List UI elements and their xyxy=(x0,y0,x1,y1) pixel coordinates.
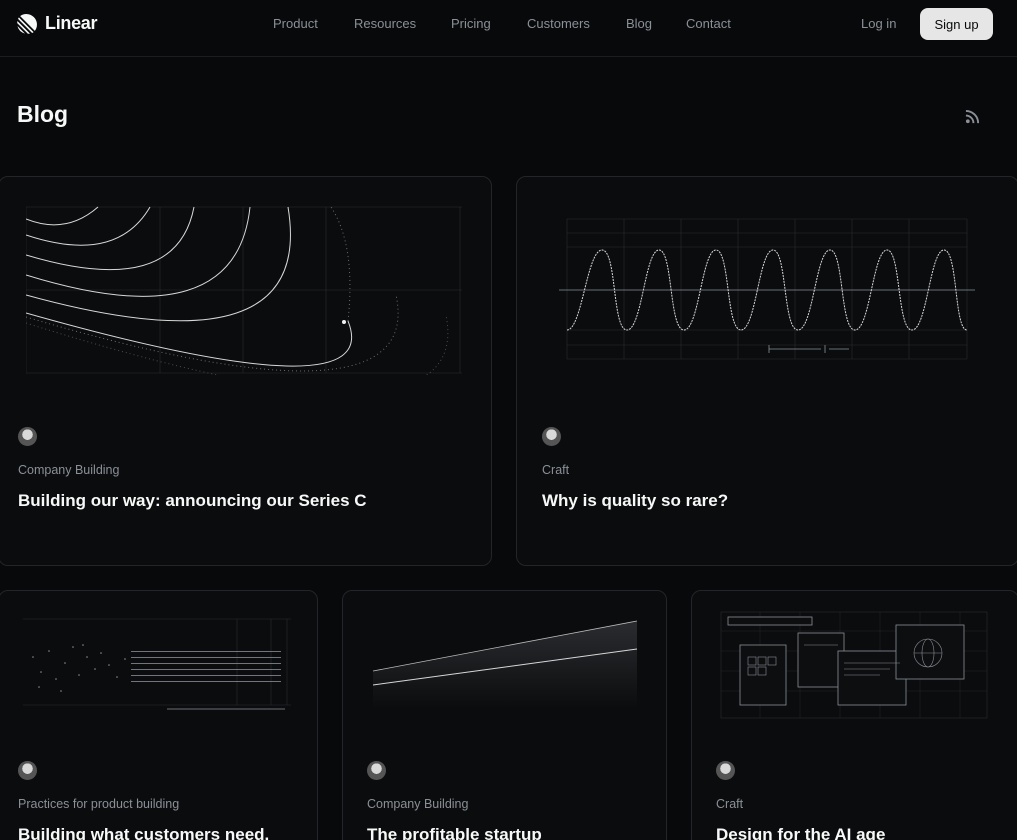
brand-name: Linear xyxy=(45,13,98,33)
nav-contact[interactable]: Contact xyxy=(686,16,731,31)
post-card-1[interactable]: Company Building Building our way: annou… xyxy=(0,176,492,566)
post-card-5[interactable]: Craft Design for the AI age xyxy=(691,590,1017,840)
post-card-3[interactable]: Practices for product building Building … xyxy=(0,590,318,840)
logo[interactable]: Linear xyxy=(17,13,98,34)
post-illustration-orbits xyxy=(26,206,462,375)
signup-button[interactable]: Sign up xyxy=(920,8,993,40)
page-title: Blog xyxy=(17,101,69,127)
top-nav: Linear Product Resources Pricing Custome… xyxy=(0,0,1017,57)
post-category[interactable]: Craft xyxy=(716,797,743,811)
post-title[interactable]: The profitable startup xyxy=(367,825,542,840)
post-illustration-particles xyxy=(23,618,291,710)
author-avatar xyxy=(367,761,386,780)
post-category[interactable]: Company Building xyxy=(367,797,468,811)
post-illustration-wave xyxy=(559,218,975,360)
post-illustration-growth xyxy=(372,620,638,709)
nav-product[interactable]: Product xyxy=(273,16,318,31)
post-title[interactable]: Why is quality so rare? xyxy=(542,491,728,511)
post-category[interactable]: Company Building xyxy=(18,463,119,477)
rss-icon[interactable] xyxy=(965,109,980,124)
post-title[interactable]: Building what customers need. xyxy=(18,825,269,840)
login-link[interactable]: Log in xyxy=(861,16,896,31)
post-illustration-windows xyxy=(720,611,988,719)
nav-customers[interactable]: Customers xyxy=(527,16,590,31)
author-avatar xyxy=(18,427,37,446)
linear-logo-icon xyxy=(17,14,37,34)
author-avatar xyxy=(18,761,37,780)
post-title[interactable]: Design for the AI age xyxy=(716,825,885,840)
author-avatar xyxy=(716,761,735,780)
post-title[interactable]: Building our way: announcing our Series … xyxy=(18,491,367,511)
nav-pricing[interactable]: Pricing xyxy=(451,16,491,31)
nav-resources[interactable]: Resources xyxy=(354,16,416,31)
post-category[interactable]: Practices for product building xyxy=(18,797,179,811)
post-category[interactable]: Craft xyxy=(542,463,569,477)
post-card-2[interactable]: Craft Why is quality so rare? xyxy=(516,176,1017,566)
author-avatar xyxy=(542,427,561,446)
nav-blog[interactable]: Blog xyxy=(626,16,652,31)
post-card-4[interactable]: Company Building The profitable startup xyxy=(342,590,667,840)
